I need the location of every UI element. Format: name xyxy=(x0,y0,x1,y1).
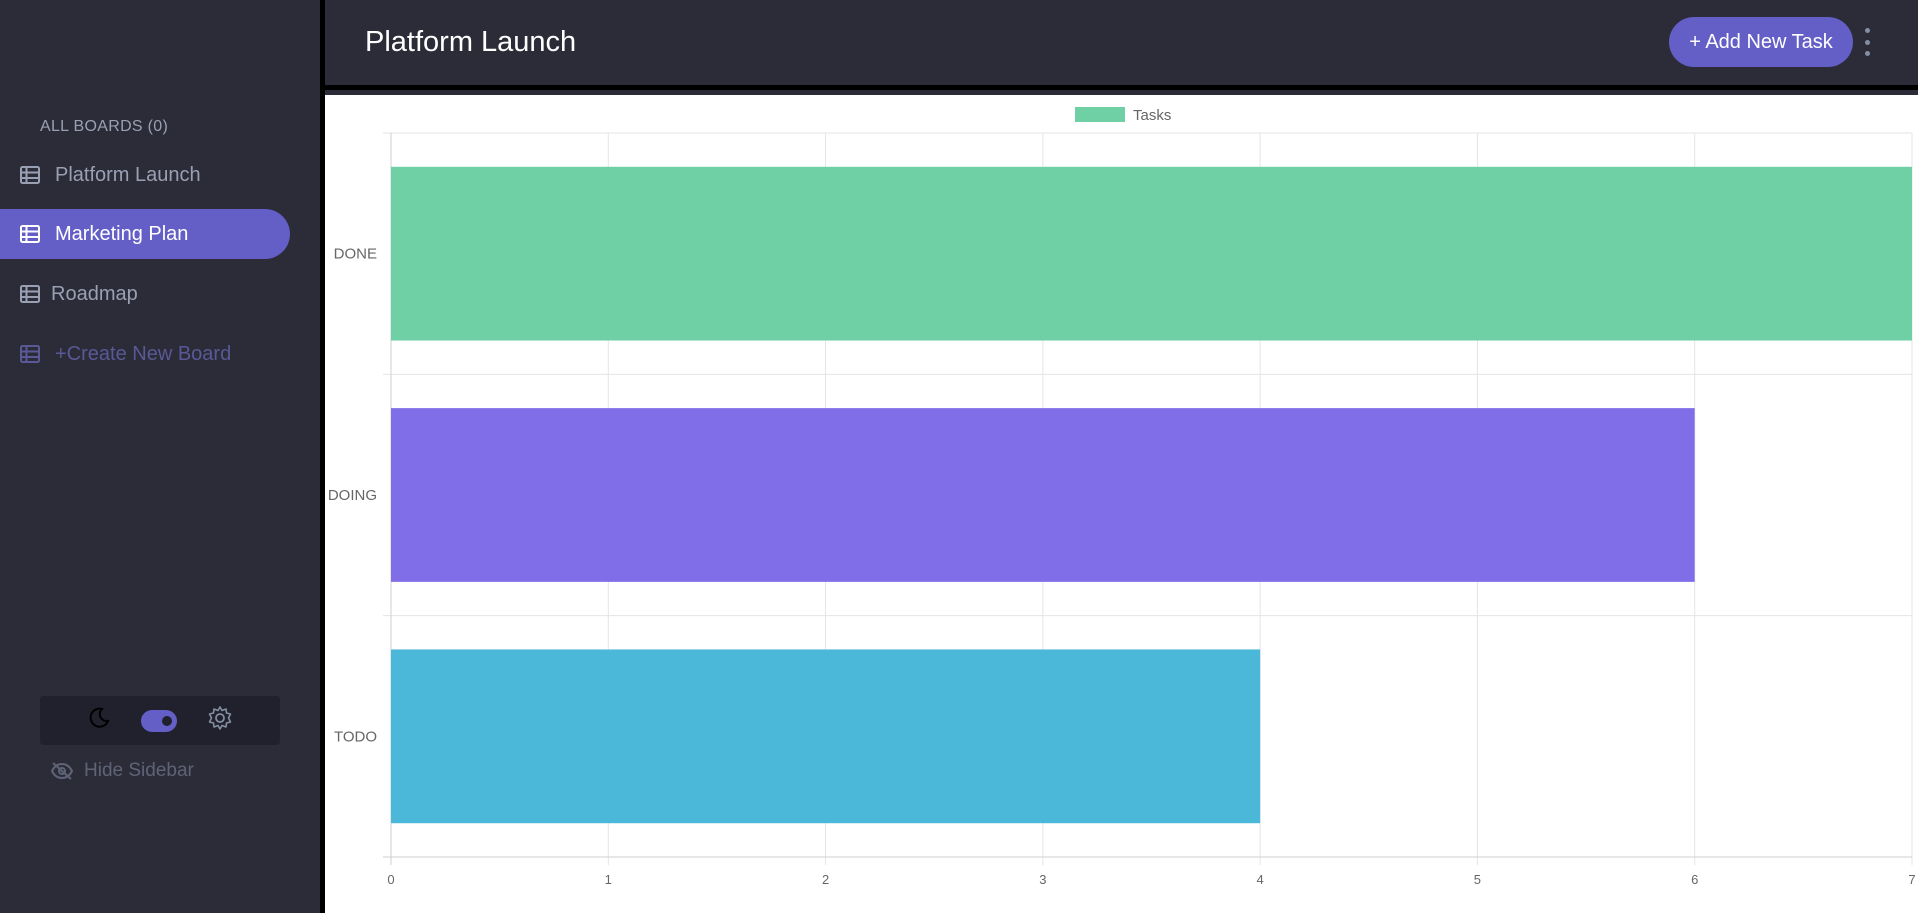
board-icon xyxy=(19,164,41,186)
toggle-knob xyxy=(162,715,172,726)
sidebar-item-label: Roadmap xyxy=(51,282,138,305)
y-tick-label: TODO xyxy=(334,728,377,745)
x-tick-label: 0 xyxy=(387,872,394,887)
sidebar-item-marketing-plan[interactable]: Marketing Plan xyxy=(0,209,290,259)
sidebar: ALL BOARDS (0) Platform Launch Marketing… xyxy=(0,0,320,913)
x-tick-label: 2 xyxy=(822,872,829,887)
tasks-bar-chart: DONE DOING TODO 0 1 2 3 4 5 6 7 Tasks xyxy=(328,107,1916,887)
x-tick-label: 7 xyxy=(1908,872,1915,887)
create-new-board-button[interactable]: +Create New Board xyxy=(0,329,290,379)
gear-icon xyxy=(207,705,233,736)
hide-sidebar-label: Hide Sidebar xyxy=(84,760,194,781)
chart-area: DONE DOING TODO 0 1 2 3 4 5 6 7 Tasks xyxy=(325,95,1918,913)
moon-icon xyxy=(87,706,111,735)
bar-todo xyxy=(391,649,1261,824)
sidebar-item-platform-launch[interactable]: Platform Launch xyxy=(0,150,290,200)
board-icon xyxy=(19,223,41,245)
legend-label: Tasks xyxy=(1133,107,1171,124)
app: ALL BOARDS (0) Platform Launch Marketing… xyxy=(0,0,1918,913)
y-tick-label: DONE xyxy=(334,246,377,263)
sidebar-item-label: Platform Launch xyxy=(55,163,201,186)
add-new-task-button[interactable]: + Add New Task xyxy=(1669,17,1853,67)
sidebar-item-roadmap[interactable]: Roadmap xyxy=(0,269,290,319)
x-tick-label: 1 xyxy=(605,872,612,887)
x-tick-label: 4 xyxy=(1257,872,1264,887)
bar-done xyxy=(391,166,1912,341)
x-tick-label: 6 xyxy=(1691,872,1698,887)
theme-toggle-switch[interactable] xyxy=(141,709,177,732)
board-icon xyxy=(19,283,41,305)
kebab-menu-icon[interactable] xyxy=(1862,28,1872,56)
sidebar-item-label: +Create New Board xyxy=(55,342,232,365)
x-tick-label: 3 xyxy=(1039,872,1046,887)
all-boards-heading: ALL BOARDS (0) xyxy=(40,118,169,135)
eye-slash-icon xyxy=(50,759,74,783)
header: Platform Launch + Add New Task xyxy=(325,0,1918,90)
legend-swatch xyxy=(1075,107,1125,122)
y-tick-label: DOING xyxy=(328,487,377,504)
theme-toggle-panel xyxy=(40,696,280,745)
sidebar-item-label: Marketing Plan xyxy=(55,222,189,245)
x-tick-label: 5 xyxy=(1474,872,1481,887)
board-icon xyxy=(19,343,41,365)
hide-sidebar-button[interactable]: Hide Sidebar xyxy=(50,759,194,783)
page-title: Platform Launch xyxy=(365,26,577,58)
bar-doing xyxy=(391,408,1695,582)
